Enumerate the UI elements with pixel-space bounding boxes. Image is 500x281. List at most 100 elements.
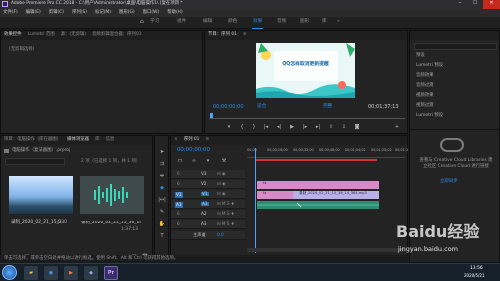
taskbar-app-icon[interactable]: ◆ (84, 266, 98, 280)
taskbar-premiere-icon[interactable]: Pr (104, 266, 118, 280)
tab-info[interactable]: 信息 (105, 137, 114, 142)
cc-sync-link[interactable]: 立即同步 (440, 179, 458, 184)
clip-thumbnail-audio[interactable] (80, 176, 144, 214)
clip-thumbnail-video[interactable] (9, 176, 73, 214)
workspace-graphics[interactable]: 图形 (300, 19, 309, 25)
effects-item-audio-transitions[interactable]: 音频过渡 (416, 83, 434, 88)
snap-icon[interactable]: ⊓ (177, 158, 183, 164)
quality-dropdown[interactable]: 完整 (323, 104, 332, 110)
track-header-a3[interactable]: 6 A3 ⊟ M S ♦ (171, 220, 245, 229)
menu-sequence[interactable]: 序列(S) (72, 10, 87, 15)
effects-item-lumetri-presets[interactable]: Lumetri 预设 (416, 63, 443, 68)
play-icon[interactable]: ▶ (288, 123, 296, 131)
tab-project[interactable]: 项目：电脑操作（库在器图） (4, 137, 61, 142)
workspace-libraries[interactable]: 库 (322, 19, 327, 25)
tab-lumetri-scopes[interactable]: Lumetri 范围 (28, 32, 55, 37)
scroll-bar[interactable] (247, 248, 405, 252)
step-forward-icon[interactable]: |▸ (301, 123, 309, 131)
track-header-master[interactable]: 主声道 0.0 (171, 231, 245, 240)
workspace-audio[interactable]: 音频 (277, 19, 286, 25)
effects-item-lumetri-presets-2[interactable]: Lumetri 预设 (416, 113, 443, 118)
effects-item-video-effects[interactable]: 视频效果 (416, 93, 434, 98)
wrench-icon[interactable]: ⚒ (221, 158, 227, 164)
no-clip-message: (无剪辑选择) (9, 47, 35, 52)
razor-tool-icon[interactable]: ◆ (158, 184, 166, 192)
workspace-bar: ⌂ 学习 组件 编辑 颜色 效果 音频 图形 库 » (0, 17, 500, 29)
type-tool-icon[interactable]: T (158, 232, 166, 240)
effects-item-video-transitions[interactable]: 视频过渡 (416, 103, 434, 108)
program-scrub-bar[interactable] (209, 113, 405, 119)
effects-search-input[interactable] (414, 43, 497, 50)
add-button-icon[interactable]: + (393, 123, 401, 131)
lift-icon[interactable]: ⇪ (327, 123, 335, 131)
effects-item-audio-effects[interactable]: 音频效果 (416, 73, 434, 78)
menu-help[interactable]: 帮助(H) (167, 10, 183, 15)
mark-out-icon[interactable]: } (250, 123, 258, 131)
step-back-icon[interactable]: ◂| (275, 123, 283, 131)
playhead-marker[interactable] (210, 113, 213, 118)
maximize-button[interactable]: ☐ (468, 0, 482, 9)
track-select-tool-icon[interactable]: ⇉ (158, 160, 166, 168)
close-button[interactable]: ✕ (483, 0, 500, 9)
ripple-edit-tool-icon[interactable]: ⇼ (158, 172, 166, 180)
go-to-in-icon[interactable]: |◂ (262, 123, 270, 131)
linked-selection-icon[interactable]: ∞ (191, 158, 197, 164)
workspace-editing[interactable]: 编辑 (203, 19, 212, 25)
add-marker-icon[interactable]: ▾ (225, 123, 233, 131)
tab-media-browser[interactable]: 媒体浏览器 (67, 137, 89, 142)
track-header-v2[interactable]: 6 V2 ⊟ ◉ (171, 180, 245, 189)
tab-sequence[interactable]: 序列 01 (184, 137, 200, 142)
video-clip-v2[interactable]: fx (257, 181, 293, 189)
hand-tool-icon[interactable]: ✋ (158, 220, 166, 228)
work-area-bar[interactable] (255, 159, 377, 161)
video-clip-v1-b[interactable]: 录制_2020_02_21_15_36_14_384.mp3 (293, 191, 379, 199)
mark-in-icon[interactable]: { (238, 123, 246, 131)
effects-item-presets[interactable]: 预设 (416, 53, 425, 58)
menu-clip[interactable]: 剪辑(C) (49, 10, 64, 15)
tab-audio-clip-mixer[interactable]: 音频剪辑混合器：序列01 (92, 32, 142, 37)
menu-graphics[interactable]: 图形(G) (119, 10, 135, 15)
minimize-button[interactable]: – (453, 0, 467, 9)
tab-effect-controls[interactable]: 效果控件 (4, 32, 22, 37)
workspace-effects[interactable]: 效果 (252, 19, 264, 29)
timeline-menu-icon[interactable]: ≡ (205, 137, 209, 142)
menu-file[interactable]: 文件(F) (3, 10, 18, 15)
workspace-assembly[interactable]: 组件 (177, 19, 186, 25)
export-frame-icon[interactable]: ◙ (353, 123, 361, 131)
taskbar-explorer-icon[interactable]: ▰ (24, 266, 38, 280)
pen-tool-icon[interactable]: ✎ (158, 208, 166, 216)
close-sequence-icon[interactable]: × (174, 137, 178, 142)
taskbar-media-icon[interactable]: ▶ (64, 266, 78, 280)
menu-window[interactable]: 窗口(W) (143, 10, 160, 15)
menu-edit[interactable]: 编辑(E) (26, 10, 41, 15)
project-search-input[interactable] (5, 158, 65, 165)
menu-marker[interactable]: 标记(M) (95, 10, 111, 15)
extract-icon[interactable]: ⇩ (340, 123, 348, 131)
audio-clip-a1[interactable] (257, 201, 379, 209)
tab-program[interactable]: 节目：序列 01 (208, 32, 237, 37)
tab-libraries[interactable]: 库 (95, 137, 99, 142)
video-clip-v2-b[interactable] (293, 181, 379, 189)
playhead-line[interactable] (255, 148, 256, 253)
tab-source[interactable]: 源：(无剪辑) (61, 32, 86, 37)
workspace-learn[interactable]: 学习 (150, 19, 159, 25)
go-to-out-icon[interactable]: ▸| (314, 123, 322, 131)
menu-icon[interactable]: ≡ (243, 32, 247, 37)
taskbar-browser-icon[interactable]: ◉ (44, 266, 58, 280)
start-button[interactable] (2, 265, 17, 280)
ruler-label: 00;00;48;00 (319, 148, 340, 152)
home-icon[interactable]: ⌂ (140, 19, 144, 25)
folder-icon (4, 149, 9, 153)
track-header-v1[interactable]: V1 V1 ⊟ ◉ (171, 190, 245, 199)
workspace-color[interactable]: 颜色 (228, 19, 237, 25)
slip-tool-icon[interactable]: |↔| (158, 196, 166, 204)
selection-tool-icon[interactable]: ➤ (158, 148, 166, 156)
track-header-v3[interactable]: 6 V3 ⊟ ◉ (171, 170, 245, 179)
track-header-a1[interactable]: A1 A1 ⊟ M S ♦ (171, 200, 245, 209)
track-header-a2[interactable]: 6 A2 ⊟ M S ♦ (171, 210, 245, 219)
add-marker-tl-icon[interactable]: ▾ (205, 158, 211, 164)
workspace-more-icon[interactable]: » (337, 19, 340, 25)
video-clip-v1[interactable]: fx (257, 191, 293, 199)
time-ruler[interactable]: 00;00 00;00;16;00 00;00;32;00 00;00;48;0… (247, 148, 408, 158)
fit-dropdown[interactable]: 适合 (257, 104, 266, 110)
